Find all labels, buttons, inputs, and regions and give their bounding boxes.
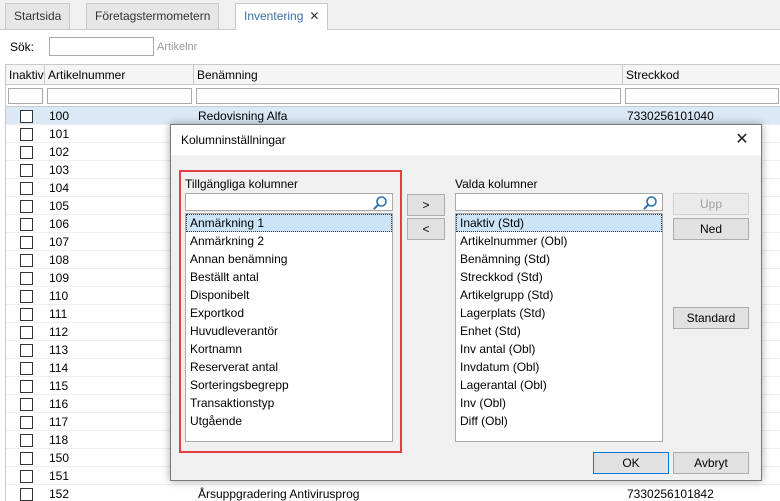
inaktiv-checkbox[interactable] [20,488,33,501]
cell-artikelnummer: 152 [49,487,70,501]
available-column-item[interactable]: Anmärkning 2 [186,232,392,250]
tab-inventering[interactable]: Inventering ✕ [235,3,329,30]
selected-column-item[interactable]: Inv antal (Obl) [456,340,662,358]
move-up-button[interactable]: Upp [673,193,749,215]
dialog-title: Kolumninställningar [181,133,286,147]
inaktiv-checkbox[interactable] [20,326,33,339]
inaktiv-checkbox[interactable] [20,290,33,303]
close-icon[interactable]: ✕ [731,129,753,151]
table-row[interactable]: 100 Redovisning Alfa 7330256101040 [6,107,780,125]
cancel-button[interactable]: Avbryt [673,452,749,474]
remove-column-button[interactable]: < [407,218,445,240]
tab-bar: Startsida Företagstermometern Inventerin… [0,0,780,30]
inaktiv-checkbox[interactable] [20,272,33,285]
inaktiv-checkbox[interactable] [20,200,33,213]
cell-streckkod: 7330256101842 [627,487,714,501]
selected-columns-title: Valda kolumner [455,177,538,191]
cell-streckkod: 7330256101040 [627,109,714,123]
tab-startsida[interactable]: Startsida [5,3,71,29]
inaktiv-checkbox[interactable] [20,110,33,123]
tab-label: Startsida [14,9,62,23]
inaktiv-checkbox[interactable] [20,236,33,249]
move-down-button[interactable]: Ned [673,218,749,240]
close-icon[interactable]: ✕ [309,4,319,28]
inaktiv-checkbox[interactable] [20,182,33,195]
tab-label: Företagstermometern [95,9,211,23]
selected-column-item[interactable]: Artikelnummer (Obl) [456,232,662,250]
available-column-item[interactable]: Reserverat antal [186,358,392,376]
available-column-item[interactable]: Huvudleverantör [186,322,392,340]
dialog-titlebar: Kolumninställningar ✕ [171,125,761,155]
inaktiv-checkbox[interactable] [20,218,33,231]
column-header-benamning[interactable]: Benämning [194,65,623,85]
selected-column-item[interactable]: Artikelgrupp (Std) [456,286,662,304]
inaktiv-checkbox[interactable] [20,308,33,321]
available-column-item[interactable]: Beställt antal [186,268,392,286]
selected-column-item[interactable]: Enhet (Std) [456,322,662,340]
selected-column-item[interactable]: Invdatum (Obl) [456,358,662,376]
inaktiv-checkbox[interactable] [20,128,33,141]
inaktiv-checkbox[interactable] [20,416,33,429]
inaktiv-checkbox[interactable] [20,380,33,393]
filter-row [6,85,780,107]
filter-benamning[interactable] [196,88,621,104]
search-icon [373,196,387,210]
selected-column-item[interactable]: Inaktiv (Std) [456,214,662,232]
available-column-item[interactable]: Annan benämning [186,250,392,268]
table-row[interactable]: 152 Årsuppgradering Antivirusprog 73302561… [6,485,780,501]
inaktiv-checkbox[interactable] [20,344,33,357]
inaktiv-checkbox[interactable] [20,164,33,177]
available-search-input[interactable] [185,193,393,211]
available-column-item[interactable]: Sorteringsbegrepp [186,376,392,394]
available-columns-title: Tillgängliga kolumner [185,177,298,191]
column-header-inaktiv[interactable]: Inaktiv [6,65,45,85]
cell-artikelnummer: 100 [49,109,70,123]
filter-artikelnummer[interactable] [47,88,192,104]
available-column-item[interactable]: Utgående [186,412,392,430]
inaktiv-checkbox[interactable] [20,470,33,483]
available-column-item[interactable]: Anmärkning 1 [186,214,392,232]
tab-foretagstermometern[interactable]: Företagstermometern [86,3,220,29]
cell-benamning: Redovisning Alfa [198,109,288,123]
standard-button[interactable]: Standard [673,307,749,329]
tab-label: Inventering [244,9,304,23]
selected-column-item[interactable]: Lagerantal (Obl) [456,376,662,394]
search-hint: Artikelnr [157,41,198,53]
selected-columns-list[interactable]: Inaktiv (Std) Artikelnummer (Obl) Benämnin… [455,213,663,442]
available-column-item[interactable]: Exportkod [186,304,392,322]
available-column-item[interactable]: Transaktionstyp [186,394,392,412]
inaktiv-checkbox[interactable] [20,398,33,411]
available-column-item[interactable]: Kortnamn [186,340,392,358]
inaktiv-checkbox[interactable] [20,452,33,465]
selected-column-item[interactable]: Benämning (Std) [456,250,662,268]
search-icon [643,196,657,210]
selected-column-item[interactable]: Streckkod (Std) [456,268,662,286]
grid-header: Inaktiv Artikelnummer Benämning Streckko… [6,64,780,85]
available-column-item[interactable]: Disponibelt [186,286,392,304]
filter-inaktiv[interactable] [8,88,43,104]
inaktiv-checkbox[interactable] [20,146,33,159]
selected-search-input[interactable] [455,193,663,211]
filter-streckkod[interactable] [625,88,779,104]
ok-button[interactable]: OK [593,452,669,474]
column-settings-dialog: Kolumninställningar ✕ Tillgängliga kolum… [170,124,762,481]
selected-column-item[interactable]: Diff (Obl) [456,412,662,430]
inaktiv-checkbox[interactable] [20,434,33,447]
selected-column-item[interactable]: Inv (Obl) [456,394,662,412]
search-input[interactable] [49,37,154,56]
inaktiv-checkbox[interactable] [20,362,33,375]
column-header-streckkod[interactable]: Streckkod [623,65,780,85]
cell-benamning: Årsuppgradering Antivirusprog [198,487,360,501]
available-columns-list[interactable]: Anmärkning 1 Anmärkning 2 Annan benämning B… [185,213,393,442]
search-label: Sök: [10,40,35,54]
column-header-artikelnummer[interactable]: Artikelnummer [45,65,194,85]
selected-column-item[interactable]: Lagerplats (Std) [456,304,662,322]
inaktiv-checkbox[interactable] [20,254,33,267]
add-column-button[interactable]: > [407,194,445,216]
